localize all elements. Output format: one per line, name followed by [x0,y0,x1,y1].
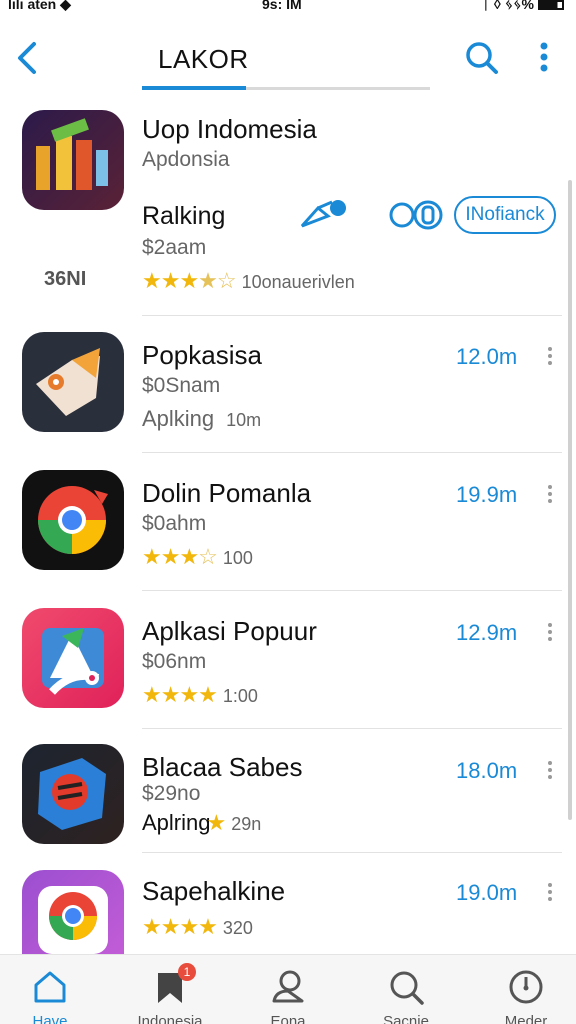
carrier-label: lılı aten ◆ [8,0,71,12]
app-category: Aplring [142,810,211,835]
app-size-button[interactable]: 12.0m [456,344,517,370]
app-name: Aplkasi Popuur [142,616,317,646]
app-subtitle: $0Snam [142,374,221,397]
pin-icon [300,200,346,228]
app-category-row: Aplring★ 29n [142,810,261,836]
app-icon-popkasisa [22,332,124,432]
notification-badge: 1 [178,963,196,981]
more-options-button[interactable] [530,38,558,78]
star-icon: ★ [206,810,226,835]
app-side-label: 36NI [44,268,87,290]
list-item[interactable]: Popkasisa $0Snam Aplking 10m 12.0m [0,326,576,454]
row-menu-button[interactable] [544,482,556,508]
app-category: Aplking [142,406,215,431]
app-subtitle: $06nm [142,650,207,673]
chevron-left-icon [18,42,36,74]
search-icon [466,42,498,74]
back-button[interactable] [14,38,46,78]
row-menu-button[interactable] [544,880,556,906]
rating-text: 10onauerivlen [241,272,355,292]
app-subtitle: $0ahm [142,512,207,535]
app-icon-blacaa-sabes [22,744,124,844]
app-icon-uop-indomesia [22,110,124,210]
list-item[interactable]: Sapehalkine ★★★★ 320 19.0m [0,864,576,954]
tab-label: LAKOR [158,44,249,74]
nav-label: Indonesia [137,1013,203,1024]
app-size-button[interactable]: 19.0m [456,880,517,906]
rating-row: ★★★★ 1:00 [142,682,258,708]
pin-button[interactable] [298,196,352,232]
app-category-row: Aplking 10m [142,406,261,432]
list-item[interactable]: Blacaa Sabes $29no Aplring★ 29n 18.0m [0,740,576,852]
person-icon [272,970,304,1003]
battery-indicator: ᛁ ◊ ᛃᛃ% [482,0,564,12]
nav-item-have[interactable]: Have [0,955,100,1024]
app-subtitle: $29no [142,782,201,805]
toggle-icon [389,200,443,230]
app-name: Blacaa Sabes [142,752,303,782]
app-category-meta: 29n [231,814,262,834]
list-item[interactable]: Dolin Pomanla $0ahm ★★★☆ 100 19.9m [0,464,576,592]
home-icon [34,971,66,1003]
star-rating: ★★★★ [142,914,218,939]
app-size-button[interactable]: 12.9m [456,620,517,646]
row-menu-button[interactable] [544,758,556,784]
rating-row: ★★★☆ 100 [142,544,253,570]
install-button[interactable]: INofianck [454,196,556,234]
app-header: LAKOR [0,30,576,92]
rating-row: ★★★★ 320 [142,914,253,940]
rating-row: ★★★★☆ 10onauerivlen [142,268,355,294]
app-price: $2aam [142,236,207,259]
app-rank-label: Ralking [142,202,226,230]
row-menu-button[interactable] [544,344,556,370]
vertical-dots-icon [540,42,548,72]
rating-text: 1:00 [222,686,258,706]
nav-item-eona[interactable]: Eona [238,955,338,1024]
tab-lakor[interactable]: LAKOR [142,40,430,90]
app-name: Popkasisa [142,340,262,370]
star-rating: ★★★☆ [142,544,218,569]
app-name: Dolin Pomanla [142,478,312,508]
app-icon-dolin-pomanla [22,470,124,570]
list-item[interactable]: Uop Indomesia Apdonsia Ralking $2aam 36N… [0,100,576,316]
app-name: Uop Indomesia [142,114,317,144]
scrollbar[interactable] [568,180,572,820]
list-item[interactable]: Aplkasi Popuur $06nm ★★★★ 1:00 12.9m [0,602,576,730]
toggle-button[interactable] [388,198,444,232]
nav-label: Meder [504,1013,548,1024]
search-button[interactable] [462,38,502,78]
app-name: Sapehalkine [142,876,286,906]
row-menu-button[interactable] [544,620,556,646]
app-category-meta: 10m [226,410,262,430]
app-size-button[interactable]: 19.9m [456,482,517,508]
status-bar: lılı aten ◆ 9s: IM ᛁ ◊ ᛃᛃ% [0,0,576,14]
rating-text: 100 [222,548,253,568]
app-icon-aplkasi-popuur [22,608,124,708]
rating-text: 320 [222,918,253,938]
battery-label: ᛁ ◊ ᛃᛃ% [481,0,534,12]
tab-indicator [142,86,246,90]
star-rating: ★★★★ [142,682,218,707]
row-divider [142,315,562,316]
clock-icon [509,970,543,1004]
row-divider [142,852,562,853]
row-divider [142,452,562,453]
app-icon-sapehalkine [22,870,124,954]
star-rating: ★★★★☆ [142,268,237,293]
app-subtitle: Apdonsia [142,148,230,171]
nav-label: Eona [270,1013,306,1024]
row-divider [142,590,562,591]
nav-item-indonesia[interactable]: 1 Indonesia [120,955,220,1024]
nav-label: Have [32,1013,68,1024]
nav-item-meder[interactable]: Meder [476,955,576,1024]
clock-label: 9s: IM [262,0,302,12]
search-icon [390,971,424,1005]
nav-item-sacnie[interactable]: Sacnie [356,955,456,1024]
row-divider [142,728,562,729]
battery-icon [538,0,564,11]
app-size-button[interactable]: 18.0m [456,758,517,784]
bottom-navigation: Have 1 Indonesia Eona Sacnie Meder [0,954,576,1024]
nav-label: Sacnie [383,1013,429,1024]
